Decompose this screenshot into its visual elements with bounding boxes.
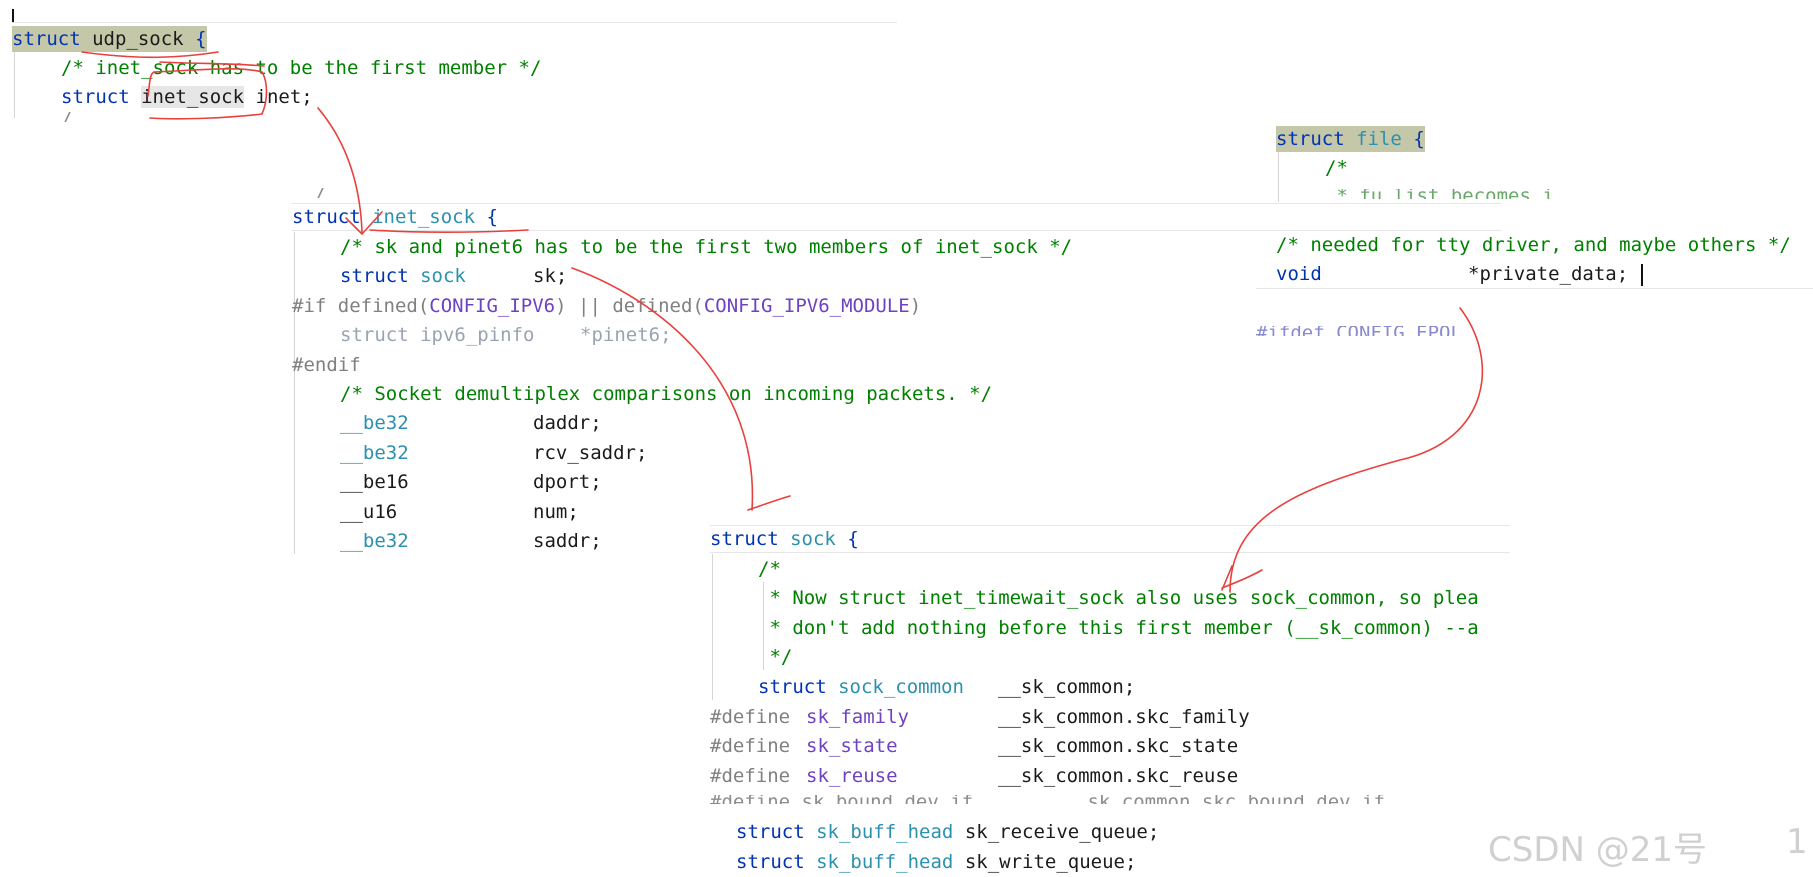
sock-define-sk-family: sk_family <box>806 706 909 728</box>
watermark-edge: 1 <box>1786 822 1808 862</box>
arrowhead-inet-to-sock <box>747 495 791 511</box>
divider <box>1256 288 1813 289</box>
inet-type-daddr: __be32 <box>340 412 409 434</box>
file-comment-open: /* <box>1325 157 1348 179</box>
sock-comment-close: */ <box>758 646 793 668</box>
annotation-overlay <box>81 51 1484 593</box>
inet-type-rcv-saddr: __be32 <box>340 442 409 464</box>
inet-member-sk: struct sock <box>340 265 466 287</box>
sock-comment-block: /* * Now struct inet_timewait_sock also … <box>758 556 1510 674</box>
sock-header[interactable]: struct sock { <box>710 526 859 552</box>
file-private-data: *private_data; <box>1468 263 1629 285</box>
inet-field-rcv-saddr: rcv_saddr; <box>533 442 648 464</box>
inet-member-sk-name: sk; <box>533 265 568 287</box>
inet-type-num: __u16 <box>340 501 398 523</box>
sock-define-keyword: #define <box>710 706 791 728</box>
inet-field-saddr: saddr; <box>533 530 602 552</box>
text-cursor <box>12 9 14 23</box>
sock-define-sk-state-value: __sk_common.skc_state <box>998 735 1239 757</box>
sock-define-sk-reuse: sk_reuse <box>806 765 898 787</box>
sock-comment-line-2: * don't add nothing before this first me… <box>758 617 1479 639</box>
inet-endif: #endif <box>292 354 361 376</box>
file-clipped-bottom: #ifdef CONFIG_EPOLL <box>1256 326 1456 336</box>
sock-comment-open: /* <box>758 558 781 580</box>
file-comment-clipped: * fu_list becomes i <box>1325 189 1575 199</box>
divider <box>292 230 1502 231</box>
udp-sock-header[interactable]: struct udp_sock { <box>12 26 207 52</box>
inet-member-pinet6-name: *pinet6; <box>580 324 672 346</box>
inet-field-daddr: daddr; <box>533 412 602 434</box>
sock-comment-line-1: * Now struct inet_timewait_sock also use… <box>758 587 1479 609</box>
inet-comment-demux: /* Socket demultiplex comparisons on inc… <box>340 383 993 405</box>
divider <box>710 552 1510 553</box>
inet-if-defined: #if defined(CONFIG_IPV6) || defined(CONF… <box>292 295 922 317</box>
sock-member-common-name: __sk_common; <box>998 676 1136 698</box>
sock-define-sk-reuse-value: __sk_common.skc_reuse <box>998 765 1239 787</box>
inet-sock-header[interactable]: struct inet_sock { <box>292 204 498 230</box>
udp-clipped-line: / ... ... ... ... ... ... <box>61 112 641 122</box>
file-comment-tty: /* needed for tty driver, and maybe othe… <box>1276 234 1791 256</box>
inet-type-saddr: __be32 <box>340 530 409 552</box>
watermark: CSDN @21号 <box>1488 830 1708 870</box>
udp-member-inet: struct inet_sock inet; <box>61 86 313 108</box>
inet-field-num: num; <box>533 501 579 523</box>
inet-field-dport: dport; <box>533 471 602 493</box>
indent-guide <box>712 554 713 700</box>
inet-comment-first-members: /* sk and pinet6 has to be the first two… <box>340 236 1073 258</box>
sock-member-receive-queue: struct sk_buff_head sk_receive_queue; <box>736 821 1160 843</box>
sock-define-clipped: #define sk_bound_dev_if __sk_common.skc_… <box>710 795 1510 804</box>
text-cursor <box>1641 264 1643 286</box>
sock-define-sk-family-value: __sk_common.skc_family <box>998 706 1250 728</box>
arrow-file-to-sock <box>1229 307 1484 593</box>
sock-define-sk-state: sk_state <box>806 735 898 757</box>
sock-define-keyword: #define <box>710 765 791 787</box>
inet-member-pinet6: struct ipv6_pinfo <box>340 324 535 346</box>
file-header[interactable]: struct file { <box>1276 126 1425 152</box>
inet-clipped-top: / <box>314 188 344 198</box>
indent-guide <box>1278 152 1279 202</box>
sock-member-common: struct sock_common <box>758 676 964 698</box>
sock-member-write-queue: struct sk_buff_head sk_write_queue; <box>736 851 1137 873</box>
indent-guide <box>14 52 15 118</box>
indent-guide <box>294 232 295 554</box>
file-void-keyword: void <box>1276 263 1322 285</box>
sock-define-keyword: #define <box>710 735 791 757</box>
inet-type-dport: __be16 <box>340 471 409 493</box>
udp-comment: /* inet_sock has to be the first member … <box>61 57 542 79</box>
divider <box>12 22 897 23</box>
